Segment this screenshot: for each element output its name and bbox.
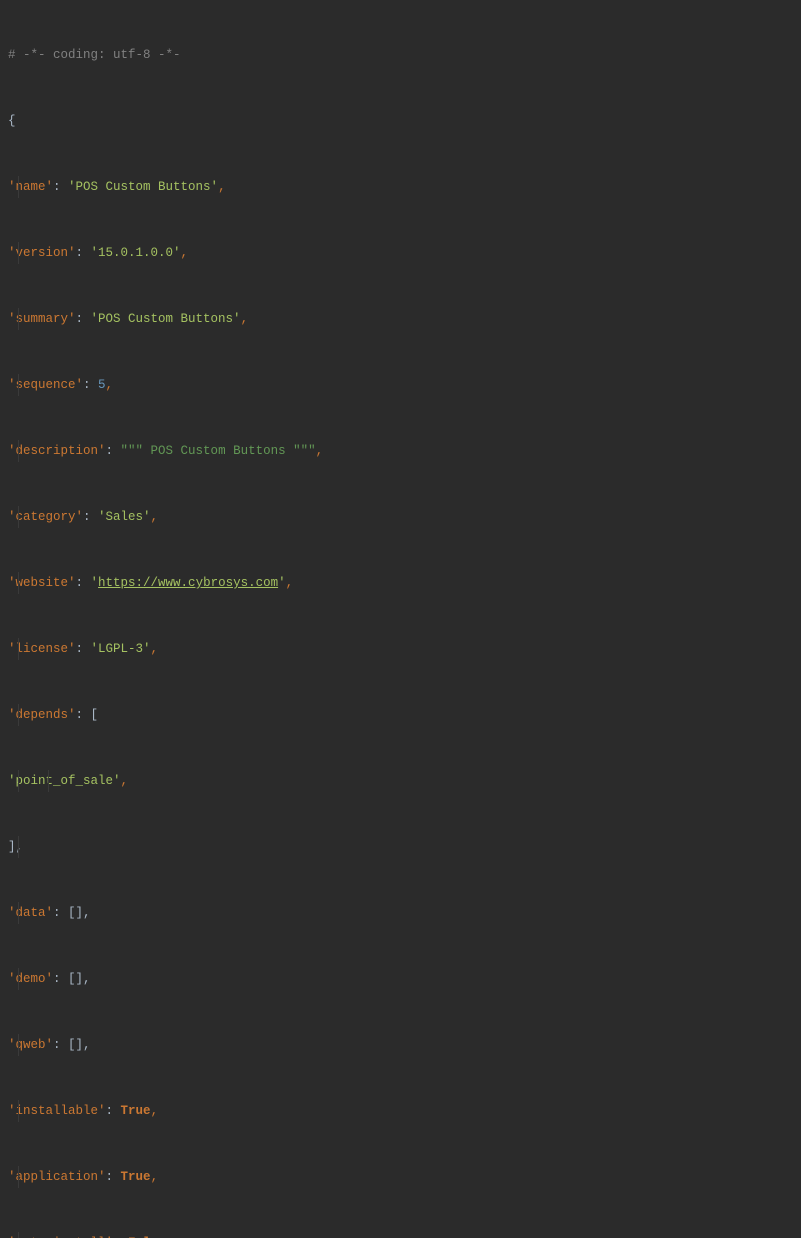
code-line[interactable]: 'demo': [], — [8, 968, 793, 990]
dict-key: 'category' — [8, 506, 83, 528]
dict-key: 'demo' — [8, 968, 53, 990]
string-value: 'LGPL-3' — [91, 638, 151, 660]
number-value: 5 — [98, 374, 106, 396]
comment: # -*- coding: utf-8 -*- — [8, 44, 181, 66]
bool-value: True — [121, 1166, 151, 1188]
code-line[interactable]: 'sequence': 5, — [8, 374, 793, 396]
code-line[interactable]: 'auto_install': False, — [8, 1232, 793, 1238]
code-line[interactable]: ], — [8, 836, 793, 858]
string-value: 'POS Custom Buttons' — [68, 176, 218, 198]
bracket-close: ], — [8, 836, 23, 858]
dict-key: 'name' — [8, 176, 53, 198]
code-line[interactable]: { — [8, 110, 793, 132]
code-line[interactable]: 'name': 'POS Custom Buttons', — [8, 176, 793, 198]
bracket-open: : [ — [76, 704, 99, 726]
code-editor[interactable]: # -*- coding: utf-8 -*- { 'name': 'POS C… — [0, 0, 801, 1238]
string-value: 'POS Custom Buttons' — [91, 308, 241, 330]
code-line[interactable]: 'point_of_sale', — [8, 770, 793, 792]
dict-key: 'application' — [8, 1166, 106, 1188]
docstring-value: """ POS Custom Buttons """ — [121, 440, 316, 462]
code-line[interactable]: 'website': 'https://www.cybrosys.com', — [8, 572, 793, 594]
code-line[interactable]: 'qweb': [], — [8, 1034, 793, 1056]
dict-key: 'sequence' — [8, 374, 83, 396]
string-value: 'Sales' — [98, 506, 151, 528]
dict-key: 'description' — [8, 440, 106, 462]
code-line[interactable]: 'installable': True, — [8, 1100, 793, 1122]
code-line[interactable]: 'description': """ POS Custom Buttons ""… — [8, 440, 793, 462]
string-value: 'point_of_sale' — [8, 770, 121, 792]
brace-open: { — [8, 110, 16, 132]
bool-value: True — [121, 1100, 151, 1122]
code-line[interactable]: 'version': '15.0.1.0.0', — [8, 242, 793, 264]
code-line[interactable]: 'category': 'Sales', — [8, 506, 793, 528]
url-link[interactable]: https://www.cybrosys.com — [98, 572, 278, 594]
string-value: '15.0.1.0.0' — [91, 242, 181, 264]
code-line[interactable]: 'summary': 'POS Custom Buttons', — [8, 308, 793, 330]
dict-key: 'data' — [8, 902, 53, 924]
dict-key: 'auto_install' — [8, 1232, 113, 1238]
code-line[interactable]: 'license': 'LGPL-3', — [8, 638, 793, 660]
dict-key: 'installable' — [8, 1100, 106, 1122]
code-line[interactable]: # -*- coding: utf-8 -*- — [8, 44, 793, 66]
bool-value: False — [128, 1232, 166, 1238]
code-line[interactable]: 'depends': [ — [8, 704, 793, 726]
code-line[interactable]: 'data': [], — [8, 902, 793, 924]
dict-key: 'qweb' — [8, 1034, 53, 1056]
code-line[interactable]: 'application': True, — [8, 1166, 793, 1188]
